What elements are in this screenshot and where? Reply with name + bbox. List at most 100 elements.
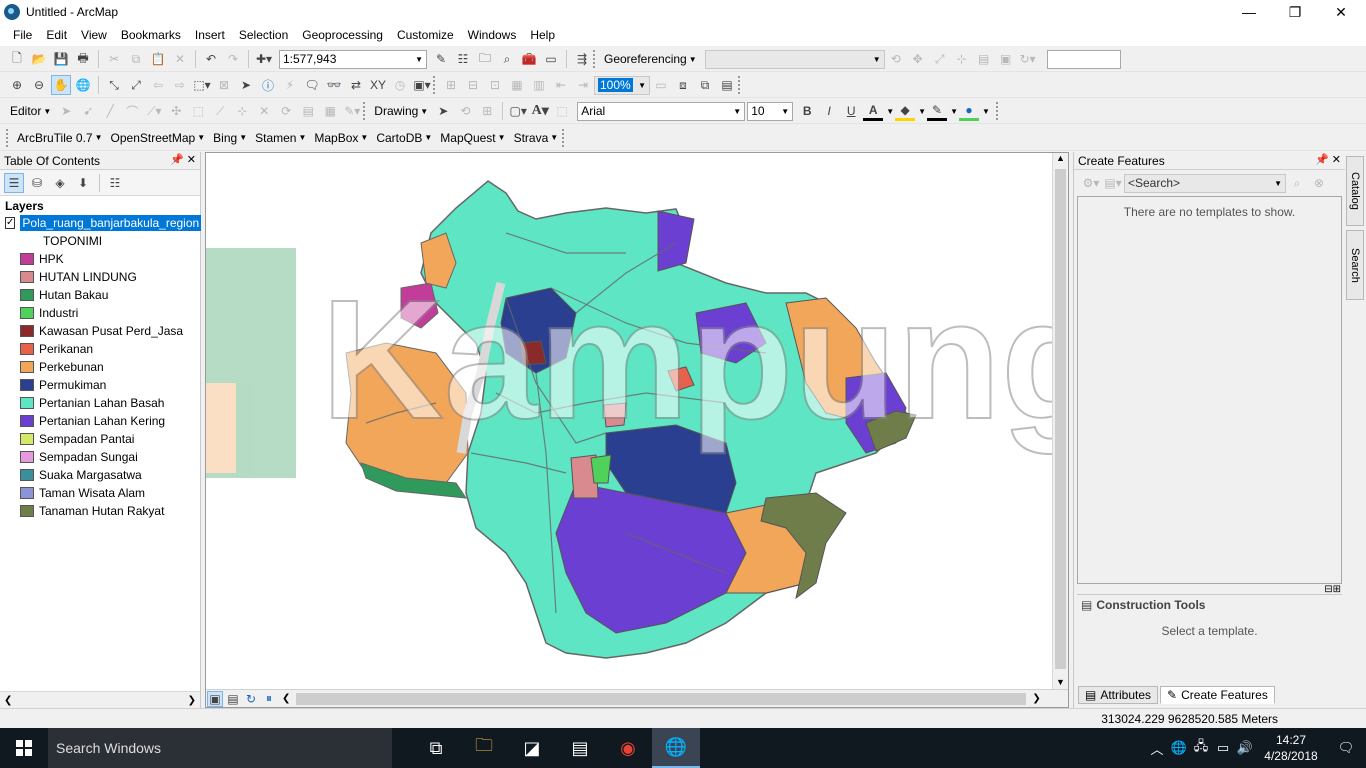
toolbar-grip[interactable] bbox=[738, 76, 741, 94]
new-document-icon[interactable]: 🗋 bbox=[7, 49, 27, 69]
layout-view-icon[interactable]: ▤ bbox=[225, 691, 241, 707]
scroll-thumb[interactable] bbox=[1055, 169, 1066, 669]
refresh-icon[interactable]: ↻ bbox=[243, 691, 259, 707]
map-scale-combo[interactable]: 1:577,943 ▼ bbox=[279, 49, 427, 69]
legend-swatch[interactable] bbox=[20, 433, 34, 445]
fixed-zoom-in-icon[interactable]: ⤡ bbox=[104, 75, 124, 95]
tab-catalog[interactable]: Catalog bbox=[1346, 156, 1364, 226]
fill-color-icon[interactable]: ◆ bbox=[895, 101, 916, 121]
save-icon[interactable]: 💾 bbox=[51, 49, 71, 69]
task-view-icon[interactable]: ⧉ bbox=[412, 728, 460, 768]
pin-icon[interactable]: 📌 bbox=[170, 154, 184, 166]
layer-name[interactable]: Pola_ruang_banjarbakula_region bbox=[20, 215, 202, 231]
legend-item[interactable]: HPK bbox=[0, 250, 200, 268]
editor-toolbar-icon[interactable]: ✎ bbox=[431, 49, 451, 69]
find-binoculars-icon[interactable]: 👓 bbox=[324, 75, 344, 95]
chevron-up-icon[interactable]: ︿ bbox=[1146, 739, 1168, 758]
mapbox-menu[interactable]: MapBox ▼ bbox=[310, 131, 372, 145]
layout-zoom-out-icon[interactable]: ⊟ bbox=[463, 75, 483, 95]
menu-help[interactable]: Help bbox=[523, 28, 562, 42]
tab-attributes[interactable]: ▤ Attributes bbox=[1078, 686, 1159, 704]
pan-hand-icon[interactable]: ✋ bbox=[51, 75, 71, 95]
scale-icon[interactable]: ⤢ bbox=[930, 49, 950, 69]
point-icon[interactable]: ✣ bbox=[166, 101, 186, 121]
menu-customize[interactable]: Customize bbox=[390, 28, 461, 42]
menu-windows[interactable]: Windows bbox=[461, 28, 524, 42]
focus-data-frame-icon[interactable]: ⧈ bbox=[673, 75, 693, 95]
list-by-drawing-order-icon[interactable]: ☰ bbox=[4, 172, 24, 193]
legend-item[interactable]: Pertanian Lahan Basah bbox=[0, 394, 200, 412]
rotate-element-icon[interactable]: ⟲ bbox=[455, 101, 475, 121]
news-app-icon[interactable]: ▤ bbox=[556, 728, 604, 768]
openstreetmap-menu[interactable]: OpenStreetMap ▼ bbox=[107, 131, 210, 145]
edit-vertices-icon[interactable]: ⬚ bbox=[188, 101, 208, 121]
reshape-icon[interactable]: ⟋ bbox=[210, 101, 230, 121]
tab-create-features[interactable]: ✎ Create Features bbox=[1160, 686, 1275, 704]
legend-item[interactable]: Tanaman Hutan Rakyat bbox=[0, 502, 200, 520]
select-features-icon[interactable]: ⬚▾ bbox=[192, 75, 212, 95]
rectangle-icon[interactable]: ▢▾ bbox=[508, 101, 528, 121]
search-icon[interactable]: ⌕ bbox=[1287, 173, 1307, 193]
zoom-whole-page-icon[interactable]: ▦ bbox=[507, 75, 527, 95]
legend-item[interactable]: Hutan Bakau bbox=[0, 286, 200, 304]
list-by-source-icon[interactable]: ⛁ bbox=[27, 173, 47, 193]
legend-item[interactable]: HUTAN LINDUNG bbox=[0, 268, 200, 286]
copy-icon[interactable]: ⧉ bbox=[126, 49, 146, 69]
zoom-in-icon[interactable]: ⊕ bbox=[7, 75, 27, 95]
clear-selection-icon[interactable]: ⊠ bbox=[214, 75, 234, 95]
find-route-icon[interactable]: ⇄ bbox=[346, 75, 366, 95]
clock[interactable]: 14:27 4/28/2018 bbox=[1256, 732, 1326, 764]
legend-swatch[interactable] bbox=[20, 451, 34, 463]
file-explorer-icon[interactable]: 🗀 bbox=[460, 728, 508, 768]
time-slider-icon[interactable]: ◷ bbox=[390, 75, 410, 95]
select-elements-icon[interactable]: ➤ bbox=[433, 101, 453, 121]
organize-templates-icon[interactable]: ⚙▾ bbox=[1081, 173, 1101, 193]
sticky-notes-icon[interactable]: ◪ bbox=[508, 728, 556, 768]
legend-item[interactable]: Kawasan Pusat Perd_Jasa bbox=[0, 322, 200, 340]
legend-swatch[interactable] bbox=[20, 361, 34, 373]
identify-icon[interactable]: ⓘ bbox=[258, 75, 278, 95]
data-view-icon[interactable]: ▣ bbox=[207, 690, 223, 707]
zoom-out-icon[interactable]: ⊖ bbox=[29, 75, 49, 95]
toolbar-grip[interactable] bbox=[6, 128, 9, 147]
georef-layer-combo[interactable]: ▼ bbox=[704, 49, 885, 69]
toolbar-grip[interactable] bbox=[363, 102, 366, 120]
legend-item[interactable]: Taman Wisata Alam bbox=[0, 484, 200, 502]
list-by-visibility-icon[interactable]: ◈ bbox=[50, 173, 70, 193]
split-icon[interactable]: ✕ bbox=[254, 101, 274, 121]
go-to-xy-icon[interactable]: XY bbox=[368, 75, 388, 95]
pin-icon[interactable]: 📌 bbox=[1315, 154, 1329, 166]
edit-tool-icon[interactable]: ➤ bbox=[56, 101, 76, 121]
html-popup-icon[interactable]: 🗨 bbox=[302, 75, 322, 95]
legend-swatch[interactable] bbox=[20, 397, 34, 409]
change-layout-icon[interactable]: ⧉ bbox=[695, 75, 715, 95]
menu-file[interactable]: File bbox=[6, 28, 39, 42]
drawing-menu[interactable]: Drawing ▼ bbox=[370, 104, 432, 118]
scroll-up-icon[interactable]: ▲ bbox=[1053, 153, 1068, 163]
georeferencing-menu[interactable]: Georeferencing ▼ bbox=[600, 52, 701, 66]
trace-icon[interactable]: ⟋▾ bbox=[144, 101, 164, 121]
taskbar-search-box[interactable]: Search Windows bbox=[48, 728, 392, 768]
forward-arrow-icon[interactable]: ⇨ bbox=[170, 75, 190, 95]
bing-menu[interactable]: Bing ▼ bbox=[209, 131, 251, 145]
search-window-icon[interactable]: ⌕ bbox=[497, 49, 517, 69]
fixed-zoom-out-icon[interactable]: ⤢ bbox=[126, 75, 146, 95]
layer-visibility-checkbox[interactable]: ✓ bbox=[5, 217, 16, 229]
close-button[interactable]: ✕ bbox=[1318, 0, 1364, 24]
layout-zoom-in-icon[interactable]: ⊞ bbox=[441, 75, 461, 95]
caret-down-icon[interactable]: ▼ bbox=[918, 107, 926, 116]
marker-color-icon[interactable]: ● bbox=[958, 101, 979, 121]
georef-input[interactable] bbox=[1046, 49, 1121, 69]
sketch-properties-icon[interactable]: ▦ bbox=[320, 101, 340, 121]
cut-icon[interactable]: ✂ bbox=[104, 49, 124, 69]
undo-icon[interactable]: ↶ bbox=[201, 49, 221, 69]
end-point-arc-icon[interactable]: ⌒ bbox=[122, 101, 142, 121]
legend-swatch[interactable] bbox=[20, 343, 34, 355]
underline-button[interactable]: U bbox=[841, 101, 861, 121]
create-viewer-window-icon[interactable]: ▣▾ bbox=[412, 75, 432, 95]
zoom-selected-elements-icon[interactable]: ⊞ bbox=[477, 101, 497, 121]
create-features-icon[interactable]: ✎▾ bbox=[342, 101, 362, 121]
map-vertical-scrollbar[interactable]: ▲ ▼ bbox=[1052, 153, 1068, 689]
font-name-combo[interactable]: Arial ▼ bbox=[577, 101, 746, 121]
menu-insert[interactable]: Insert bbox=[188, 28, 232, 42]
